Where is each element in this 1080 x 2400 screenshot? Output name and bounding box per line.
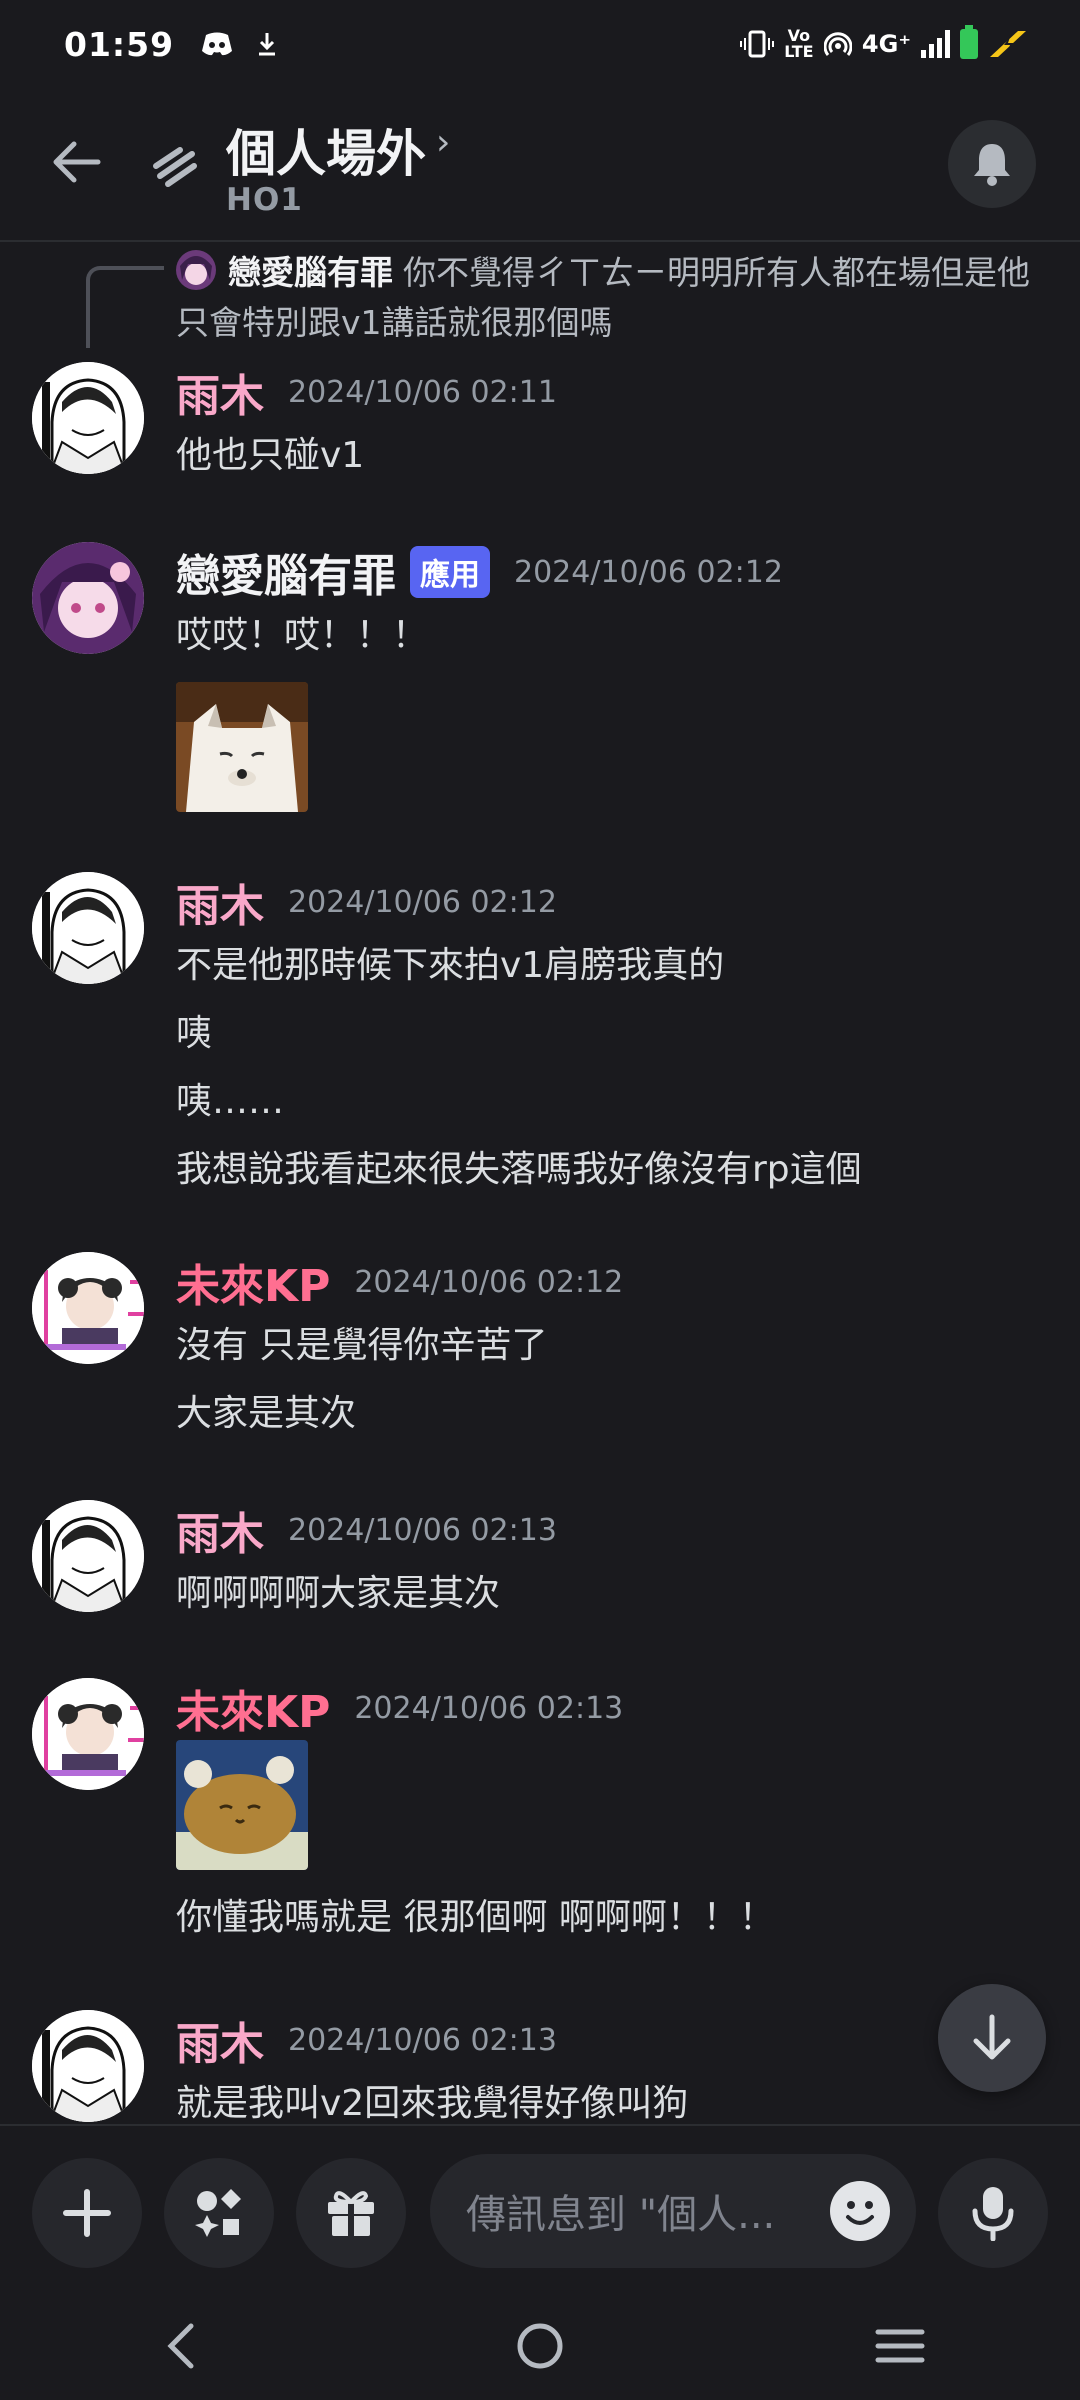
message-timestamp: 2024/10/06 02:13 <box>288 2022 557 2058</box>
scroll-to-bottom-button[interactable] <box>938 1984 1046 2092</box>
avatar[interactable] <box>32 2010 144 2122</box>
avatar[interactable] <box>32 872 144 984</box>
white-fox-image[interactable] <box>176 682 308 812</box>
status-time: 01:59 <box>64 24 175 64</box>
nav-recents-button[interactable] <box>840 2306 960 2386</box>
message-text: 啊啊啊啊大家是其次 <box>176 1573 501 1614</box>
message-composer: 傳訊息到 "個人... <box>0 2124 1080 2292</box>
message-author[interactable]: 雨木 <box>176 360 264 424</box>
add-attachment-button[interactable] <box>32 2158 142 2268</box>
message-author[interactable]: 雨木 <box>176 2008 264 2072</box>
thread-icon <box>153 147 197 187</box>
battery-icon <box>960 25 978 59</box>
message-text: 不是他那時候下來拍v1肩膀我真的 <box>176 945 725 986</box>
message-text: 你懂我嗎就是 很那個啊 啊啊啊！！！ <box>176 1897 775 1938</box>
voice-message-button[interactable] <box>938 2158 1048 2268</box>
emoji-button[interactable] <box>830 2181 890 2241</box>
bell-icon <box>974 144 1010 186</box>
reply-reference[interactable]: 戀愛腦有罪 你不覺得ㄔㄒㄊㄧ明明所有人都在場但是他只會特別跟v1講話就很那個嗎 <box>0 244 1080 348</box>
message-timestamp: 2024/10/06 02:12 <box>354 1264 624 1300</box>
reply-connector <box>86 266 164 348</box>
message-author[interactable]: 未來KP <box>176 1250 330 1314</box>
chevron-right-icon[interactable]: › <box>436 122 450 163</box>
message-list[interactable]: 戀愛腦有罪 你不覺得ㄔㄒㄊㄧ明明所有人都在場但是他只會特別跟v1講話就很那個嗎 雨… <box>0 244 1080 2124</box>
signal-icon <box>921 30 950 58</box>
charging-icon <box>990 31 1026 57</box>
avatar[interactable] <box>32 362 144 474</box>
download-icon <box>259 33 276 56</box>
volte-indicator: Vo LTE <box>784 26 814 61</box>
channel-title[interactable]: 個人場外 <box>226 114 426 186</box>
message-text: 咦…… <box>176 1081 285 1122</box>
message-text: 咦 <box>176 1013 213 1054</box>
nav-home-button[interactable] <box>480 2306 600 2386</box>
message-author[interactable]: 雨木 <box>176 870 264 934</box>
message-timestamp: 2024/10/06 02:13 <box>354 1690 624 1726</box>
avatar[interactable] <box>32 1678 144 1790</box>
emoji-icon <box>832 2183 888 2239</box>
message-input-placeholder: 傳訊息到 "個人... <box>466 2192 776 2238</box>
avatar[interactable] <box>32 1500 144 1612</box>
message-text: 就是我叫v2回來我覺得好像叫狗 <box>176 2083 689 2124</box>
avatar[interactable] <box>32 542 144 654</box>
chevron-left-icon <box>167 2323 194 2369</box>
channel-header: 個人場外 › HO1 <box>0 100 1080 242</box>
channel-subtitle: HO1 <box>226 182 303 218</box>
app-badge: 應用 <box>410 546 490 598</box>
reply-author: 戀愛腦有罪 <box>228 253 393 292</box>
network-type: 4G⁺ <box>861 30 911 58</box>
microphone-icon <box>972 2187 1014 2241</box>
nav-back-button[interactable] <box>120 2306 240 2386</box>
arrow-left-icon <box>53 141 101 183</box>
vibrate-icon <box>739 30 774 58</box>
message-author[interactable]: 戀愛腦有罪 <box>176 540 396 604</box>
apps-icon <box>195 2189 241 2237</box>
message-author[interactable]: 雨木 <box>176 1498 264 1562</box>
avatar[interactable] <box>32 1252 144 1364</box>
gift-button[interactable] <box>296 2158 406 2268</box>
system-navigation-bar <box>0 2292 1080 2400</box>
arrow-down-icon <box>973 2014 1011 2060</box>
message-timestamp: 2024/10/06 02:12 <box>514 554 783 590</box>
message-timestamp: 2024/10/06 02:12 <box>288 884 557 920</box>
message-text: 大家是其次 <box>176 1393 357 1434</box>
message-text: 我想說我看起來很失落嗎我好像沒有rp這個 <box>176 1149 862 1190</box>
message-text: 他也只碰v1 <box>176 435 365 476</box>
message-text: 沒有 只是覺得你辛苦了 <box>176 1325 548 1366</box>
message-text: 哎哎！哎！！！ <box>176 615 429 656</box>
hotspot-icon <box>823 32 852 56</box>
message-timestamp: 2024/10/06 02:11 <box>288 374 557 410</box>
apps-button[interactable] <box>164 2158 274 2268</box>
menu-icon <box>875 2329 925 2363</box>
message-input[interactable]: 傳訊息到 "個人... <box>430 2154 916 2268</box>
home-circle-icon <box>517 2323 563 2369</box>
gift-icon <box>328 2191 374 2236</box>
discord-notification-icon <box>202 32 233 56</box>
status-bar: 01:59 Vo LTE 4G⁺ <box>0 0 1080 88</box>
back-button[interactable] <box>44 130 108 194</box>
notification-bell-button[interactable] <box>948 120 1036 208</box>
plus-icon <box>63 2189 111 2237</box>
message-timestamp: 2024/10/06 02:13 <box>288 1512 557 1548</box>
hamster-image[interactable] <box>176 1740 308 1870</box>
message-author[interactable]: 未來KP <box>176 1676 330 1740</box>
